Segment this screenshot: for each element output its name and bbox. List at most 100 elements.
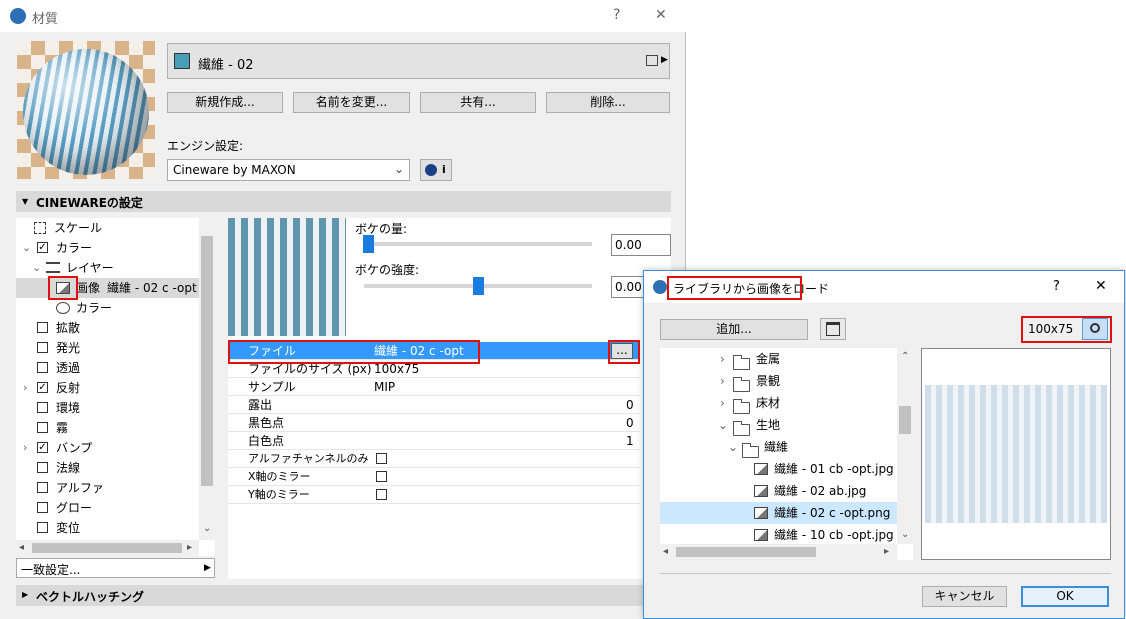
tree-label: 法線 [56,461,81,475]
material-name-field[interactable]: 繊維 - 02 ▶ [167,43,670,79]
scroll-thumb[interactable] [899,406,911,434]
cancel-button[interactable]: キャンセル [922,586,1007,607]
scroll-left-icon[interactable]: ◂ [19,543,24,553]
checkbox[interactable] [37,482,48,493]
app-icon [653,280,667,294]
chevron-right-icon: ▶ [204,563,211,573]
scroll-thumb[interactable] [676,547,816,557]
prop-row[interactable]: 黒色点 0 [228,414,640,432]
prop-row-file[interactable]: ファイル 繊維 - 02 c -opt ... [228,342,640,360]
share-button[interactable]: 共有... [420,92,536,113]
expand-icon[interactable]: › [23,438,27,458]
checkbox[interactable] [37,402,48,413]
cinema-logo-icon [425,164,437,176]
engine-select[interactable]: Cineware by MAXON ⌄ [167,159,410,181]
checkbox[interactable] [37,342,48,353]
dialog-divider [660,573,1111,574]
tree-hscrollbar[interactable]: ◂ ▸ [16,540,199,556]
checkbox-checked[interactable]: ✓ [37,382,48,393]
folder-icon [742,443,759,458]
checkbox[interactable] [37,322,48,333]
checkbox[interactable] [37,522,48,533]
close-icon[interactable]: ✕ [655,7,667,23]
cineware-section-header[interactable]: ▼ CINEWAREの設定 [16,191,671,212]
image-menu-icon[interactable] [646,55,658,66]
tree-label: グロー [56,501,93,515]
checkbox-checked[interactable]: ✓ [37,242,48,253]
checkbox[interactable] [376,489,387,500]
scroll-thumb[interactable] [201,236,213,486]
checkbox-checked[interactable]: ✓ [37,442,48,453]
help-button[interactable]: ? [613,7,620,23]
tree-vscrollbar[interactable]: ⌄ [199,218,215,540]
expand-icon[interactable]: › [23,378,27,398]
expand-icon[interactable]: › [720,370,725,392]
expand-icon[interactable]: ⌄ [32,258,41,278]
tree-label: 透過 [56,361,81,375]
tree-label: カラー [76,301,113,315]
vector-section-header[interactable]: ▶ ベクトルハッチング [16,585,671,606]
scroll-thumb[interactable] [32,543,182,553]
scroll-right-icon[interactable]: ▸ [187,543,192,553]
rename-button[interactable]: 名前を変更... [293,92,410,113]
add-button[interactable]: 追加... [660,319,808,340]
checkbox[interactable] [376,471,387,482]
list-item[interactable]: 繊維 - 01 cb -opt.jpg [660,458,897,480]
folder-icon [733,421,750,436]
expand-icon[interactable]: › [720,348,725,370]
file-tree-vscrollbar[interactable]: ⌃ ⌄ [897,348,913,544]
bokeh-amount-input[interactable]: 0.00 [611,234,671,256]
prop-row[interactable]: X軸のミラー [228,468,640,486]
scroll-down-icon[interactable]: ⌄ [901,530,909,540]
checkbox[interactable] [37,362,48,373]
list-item[interactable]: 繊維 - 10 cb -opt.jpg [660,524,897,546]
list-item[interactable]: ⌄ 生地 [660,414,897,436]
list-item[interactable]: 繊維 - 02 ab.jpg [660,480,897,502]
list-item-selected[interactable]: 繊維 - 02 c -opt.png [660,502,897,524]
list-item[interactable]: › 金属 [660,348,897,370]
close-icon[interactable]: ✕ [1095,278,1107,294]
checkbox[interactable] [37,462,48,473]
expand-icon[interactable]: › [720,392,725,414]
prop-label: Y軸のミラー [248,488,310,501]
menu-arrow-icon[interactable]: ▶ [661,55,668,65]
image-file-icon [754,507,768,519]
expand-icon[interactable]: ⌄ [22,238,31,258]
collapse-icon[interactable]: ⌄ [728,436,738,458]
checkbox[interactable] [37,422,48,433]
scroll-down-icon[interactable]: ⌄ [203,524,211,534]
ok-button[interactable]: OK [1021,586,1109,607]
prop-label: X軸のミラー [248,470,311,483]
prop-row[interactable]: サンプル MIP [228,378,640,396]
checkbox[interactable] [37,502,48,513]
bokeh-amount-slider-thumb[interactable] [363,235,375,253]
help-button[interactable]: ? [1053,279,1060,294]
prop-row[interactable]: Y軸のミラー [228,486,640,504]
library-manager-button[interactable] [820,318,846,340]
checkbox[interactable] [376,453,387,464]
browse-button[interactable]: ... [611,343,633,359]
scroll-up-icon[interactable]: ⌃ [901,352,909,362]
prop-row[interactable]: アルファチャンネルのみ [228,450,640,468]
prop-row[interactable]: 白色点 1 [228,432,640,450]
tree-label: 霧 [56,421,69,435]
delete-button[interactable]: 削除... [546,92,670,113]
bokeh-amount-track[interactable] [364,242,592,246]
prop-row[interactable]: 露出 0 [228,396,640,414]
collapse-icon[interactable]: ⌄ [718,414,728,436]
list-item[interactable]: › 床材 [660,392,897,414]
scroll-right-icon[interactable]: ▸ [884,547,889,557]
prop-row[interactable]: ファイルのサイズ (px) 100x75 [228,360,640,378]
file-label: 繊維 - 02 ab.jpg [774,484,867,498]
file-tree-hscrollbar[interactable]: ◂ ▸ [660,544,897,560]
engine-info-button[interactable]: i [420,159,452,181]
new-button[interactable]: 新規作成... [167,92,283,113]
list-item[interactable]: › 景観 [660,370,897,392]
image-file-icon [754,463,768,475]
scroll-left-icon[interactable]: ◂ [663,547,668,557]
match-settings-button[interactable]: 一致設定... ▶ [16,558,215,578]
preview-toggle-button[interactable] [1082,318,1108,340]
bokeh-strength-slider-thumb[interactable] [472,277,484,295]
list-item[interactable]: ⌄ 繊維 [660,436,897,458]
tree-row-selected[interactable]: 画像 繊維 - 02 c -opt [16,278,215,298]
